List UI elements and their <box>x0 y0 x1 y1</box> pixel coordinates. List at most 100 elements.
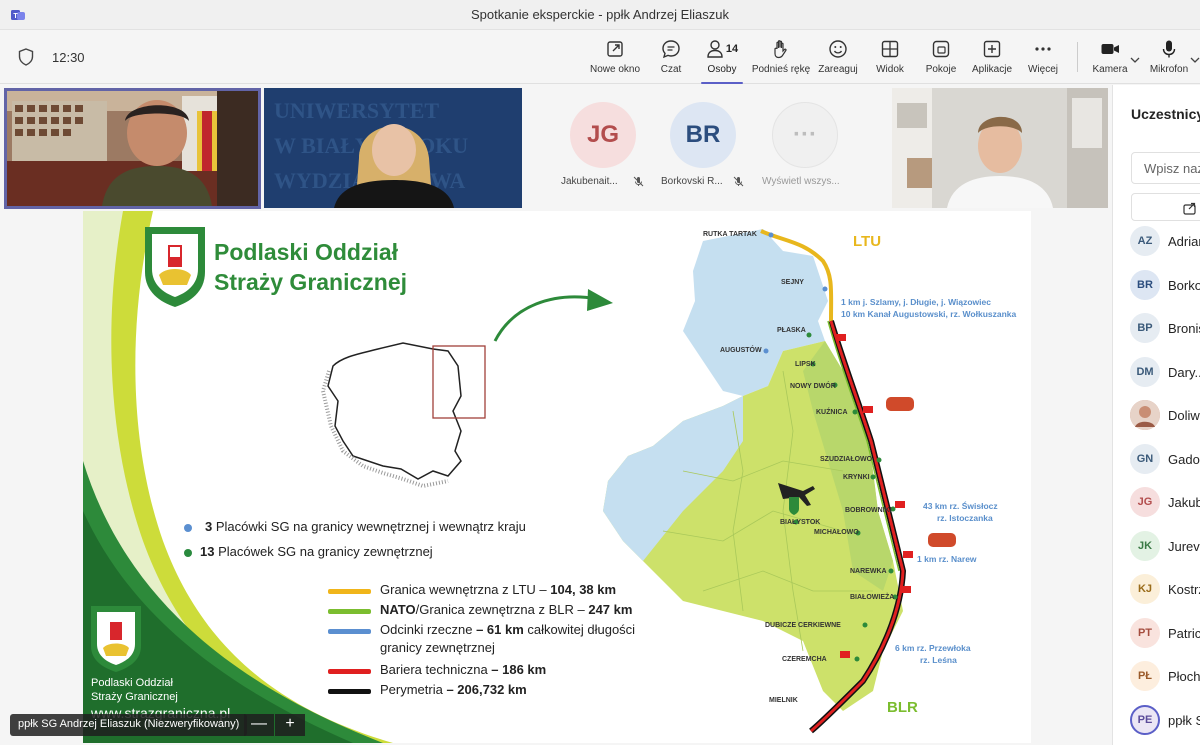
participants-panel-title: Uczestnicy <box>1131 106 1200 122</box>
participant-avatar-jg[interactable]: JG <box>570 102 636 168</box>
legend-item-ltu-border: Granica wewnętrzna z LTU – 104, 38 km <box>380 582 616 597</box>
chat-button[interactable]: Czat <box>656 38 686 78</box>
apps-button[interactable]: Aplikacje <box>970 38 1014 78</box>
view-all-label: Wyświetl wszys... <box>762 176 840 187</box>
microphone-label: Mikrofon <box>1149 64 1189 75</box>
more-button[interactable]: Więcej <box>1026 38 1060 78</box>
participant-avatar: JK <box>1130 530 1160 561</box>
video-tile-participant-2[interactable]: UNIWERSYTET W BIAŁYMSTOKU WYDZIAŁ PRAWA <box>264 88 522 208</box>
bullet-dot-blue <box>184 524 192 532</box>
microphone-button[interactable]: Mikrofon <box>1146 38 1192 78</box>
participant-avatar: AZ <box>1130 226 1160 256</box>
legend-value: 104, 38 km <box>550 582 617 597</box>
participant-name: Borkowski <box>1168 277 1200 293</box>
legend-item-barrier: Bariera techniczna – 186 km <box>380 662 546 677</box>
map-label-blr: BLR <box>887 699 918 716</box>
legend-item-rivers: Odcinki rzeczne – 61 km całkowitej długo… <box>380 622 635 637</box>
camera-options-chevron-down-icon[interactable] <box>1130 56 1140 64</box>
raise-hand-label: Podnieś rękę <box>751 64 811 75</box>
map-place: BIAŁOWIEŻA <box>850 594 895 601</box>
share-invite-button[interactable] <box>1131 193 1200 221</box>
add-apps-icon <box>983 40 1001 58</box>
map-place: AUGUSTÓW <box>720 347 762 354</box>
participant-search-input[interactable]: Wpisz nazwę <box>1131 152 1200 184</box>
raise-hand-button[interactable]: Podnieś rękę <box>751 38 811 78</box>
grid-view-icon <box>881 40 899 58</box>
legend-value: – 186 km <box>491 662 547 677</box>
pop-out-icon <box>607 41 623 57</box>
new-window-button[interactable]: Nowe okno <box>590 38 640 78</box>
map-place: BOBROWNIKI <box>845 507 892 514</box>
participant-name: ppłk SG <box>1168 712 1200 728</box>
video-tile-speaker[interactable] <box>4 88 261 209</box>
video-tile-participant-4[interactable] <box>892 88 1108 208</box>
participant-row[interactable]: BR Borkowski <box>1113 265 1200 305</box>
legend-text: /Granica zewnętrzna z BLR – <box>415 602 589 617</box>
participant-avatar: PT <box>1130 617 1160 648</box>
river-note-4b: rz. Leśna <box>920 655 957 665</box>
legend-item-rivers-line2: granicy zewnętrznej <box>380 640 495 655</box>
participant-avatar: DM <box>1130 356 1160 387</box>
map-place: NOWY DWÓR <box>790 383 836 390</box>
people-button[interactable]: 14 Osoby <box>701 38 743 84</box>
map-place: NAREWKA <box>850 568 887 575</box>
map-label-ltu: LTU <box>853 233 882 250</box>
legend-swatch-ltu-border <box>328 589 371 594</box>
bullet-text: Placówki SG na granicy wewnętrznej i wew… <box>215 519 526 534</box>
microphone-options-chevron-down-icon[interactable] <box>1190 56 1200 64</box>
map-place: SZUDZIAŁOWO <box>820 456 873 463</box>
react-label: Zareaguj <box>818 64 858 75</box>
participant-video-feed: UNIWERSYTET W BIAŁYMSTOKU WYDZIAŁ PRAWA <box>264 88 522 208</box>
participant-avatar: JG <box>1130 487 1160 517</box>
map-place: KRYNKI <box>843 474 870 481</box>
avatar-initials: JK <box>1137 539 1153 552</box>
participant-row[interactable]: PT Patric... <box>1113 613 1200 653</box>
zoom-out-button[interactable]: — <box>244 714 274 736</box>
participant-row[interactable]: PE ppłk SG <box>1113 700 1200 740</box>
map-place: LIPSK <box>795 361 816 368</box>
bullet-internal-posts: 3 Placówki SG na granicy wewnętrznej i w… <box>205 519 526 534</box>
river-note-3: 1 km rz. Narew <box>917 554 977 564</box>
raise-hand-icon <box>774 40 787 59</box>
people-label: Osoby <box>707 64 737 75</box>
view-button[interactable]: Widok <box>873 38 907 78</box>
legend-text: całkowitej długości <box>523 622 636 637</box>
participant-row[interactable]: GN Gadomska <box>1113 439 1200 479</box>
participant-row[interactable]: KJ Kostrzewa <box>1113 569 1200 609</box>
participant-row[interactable]: PŁ Płochocki <box>1113 656 1200 696</box>
participant-avatar: GN <box>1130 443 1160 474</box>
participant-name: Gadomska <box>1168 451 1200 467</box>
map-place: BIAŁYSTOK <box>780 519 821 526</box>
legend-text: Odcinki rzeczne <box>380 622 477 637</box>
camera-button[interactable]: Kamera <box>1090 38 1130 78</box>
participant-avatar: PŁ <box>1130 661 1160 691</box>
shared-presentation-slide: Podlaski Oddział Straży Granicznej 3 Pla… <box>83 211 1031 743</box>
view-all-participants-button[interactable]: ··· <box>772 102 838 168</box>
svg-text:UNIWERSYTET: UNIWERSYTET <box>274 98 439 123</box>
participant-row[interactable]: DM Dary... <box>1113 352 1200 392</box>
breakout-rooms-button[interactable]: Pokoje <box>924 38 958 78</box>
breakout-rooms-label: Pokoje <box>925 64 957 75</box>
participant-row[interactable]: AZ Adrian <box>1113 221 1200 261</box>
participant-row[interactable]: JG Jakubenaite <box>1113 482 1200 522</box>
map-place: MICHAŁOWO <box>814 529 859 536</box>
legend-text: Bariera techniczna <box>380 662 492 677</box>
border-guard-emblem <box>145 227 205 307</box>
participant-row[interactable]: Doliwa <box>1113 395 1200 435</box>
participant-name: Płochocki <box>1168 669 1200 684</box>
poland-outline <box>320 342 486 489</box>
participant-avatar-br[interactable]: BR <box>670 102 736 168</box>
camera-label: Kamera <box>1092 64 1128 75</box>
active-tab-indicator <box>701 82 743 84</box>
avatar-initials: PT <box>1137 626 1153 639</box>
footer-org-line1: Podlaski Oddział <box>91 677 173 689</box>
zoom-in-button[interactable]: + <box>275 714 305 736</box>
map-place: DUBICZE CERKIEWNE <box>765 622 841 629</box>
map-place: KUŹNICA <box>816 409 848 416</box>
participant-row[interactable]: BP Bronisław <box>1113 308 1200 348</box>
participant-avatar: KJ <box>1130 574 1160 604</box>
legend-item-perimeter: Perymetria – 206,732 km <box>380 682 527 697</box>
toolbar-divider <box>1077 42 1078 72</box>
participant-row[interactable]: JK Jurevičius <box>1113 526 1200 566</box>
react-button[interactable]: Zareaguj <box>818 38 858 78</box>
